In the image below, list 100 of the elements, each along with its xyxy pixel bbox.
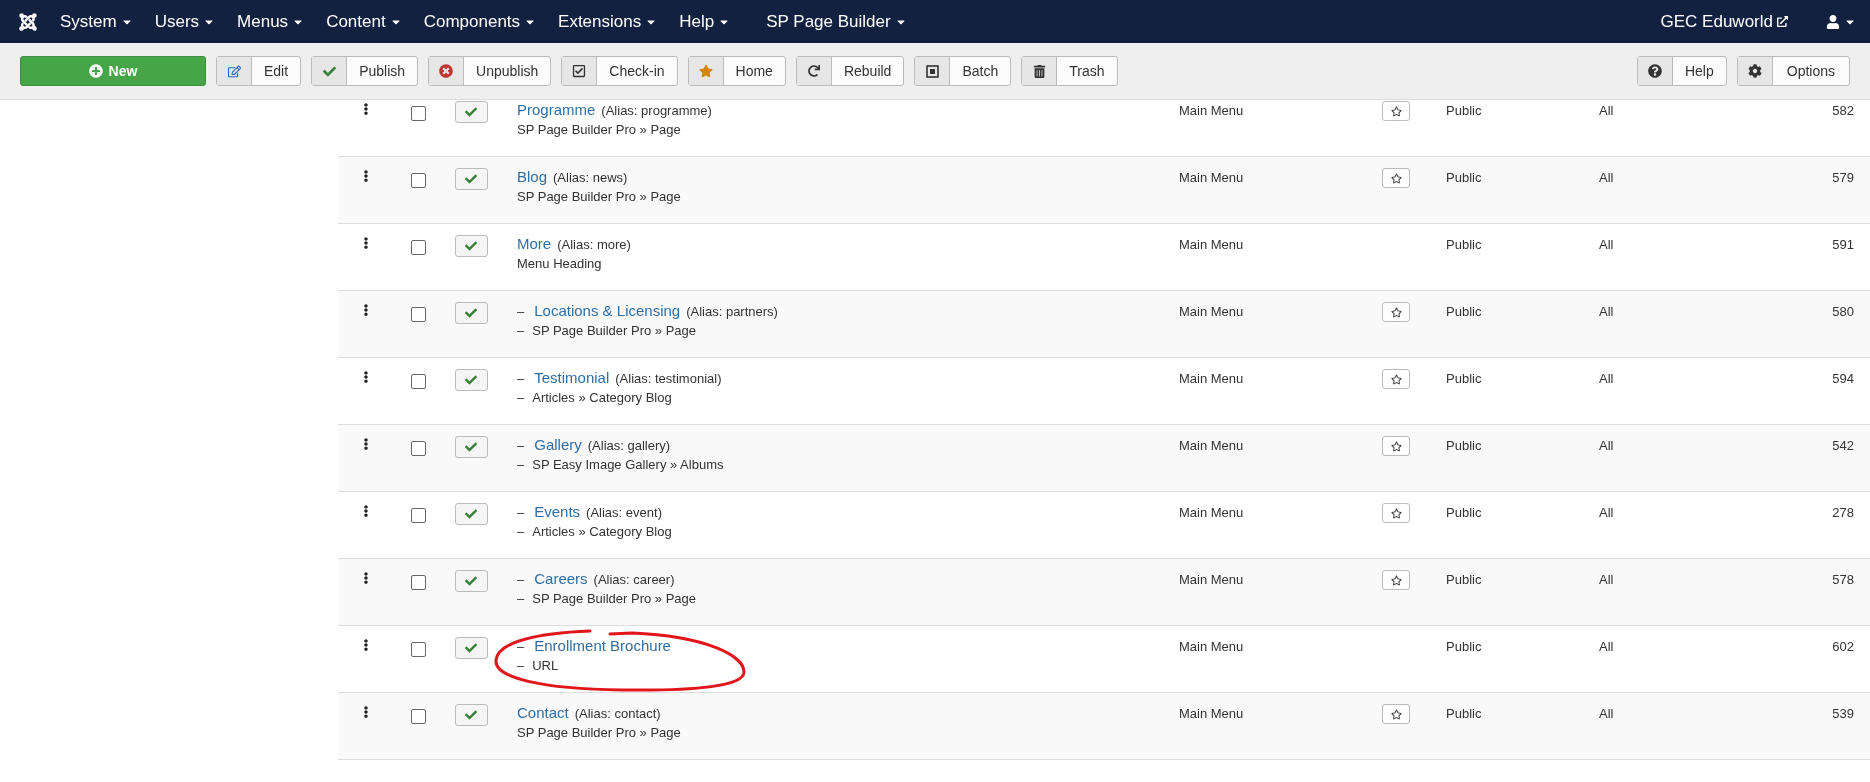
level-dash: – — [517, 438, 525, 453]
settings-icon — [1747, 64, 1762, 78]
help-button[interactable]: Help — [1636, 56, 1727, 86]
language-cell: All — [1599, 438, 1614, 453]
publish-toggle[interactable] — [454, 637, 488, 659]
publish-toggle[interactable] — [454, 235, 488, 257]
home-toggle[interactable] — [1382, 503, 1410, 523]
item-alias: (Alias: gallery) — [587, 438, 671, 453]
trash-icon — [1032, 64, 1046, 78]
row-checkbox[interactable] — [410, 374, 426, 389]
language-cell: All — [1599, 103, 1614, 118]
row-checkbox[interactable] — [410, 508, 426, 523]
item-title-link[interactable]: Contact — [517, 704, 569, 721]
item-type: SP Page Builder Pro » Page — [517, 189, 681, 204]
item-title-link[interactable]: More — [517, 235, 552, 252]
item-type: Articles » Category Blog — [532, 524, 672, 539]
nav-menu[interactable]: Components — [423, 11, 537, 32]
row-checkbox[interactable] — [410, 173, 426, 188]
publish-toggle[interactable] — [454, 503, 488, 525]
level-dash: – — [517, 323, 525, 338]
user-menu[interactable] — [1826, 14, 1856, 29]
row-checkbox[interactable] — [410, 240, 426, 255]
language-cell: All — [1599, 706, 1614, 721]
batch-button[interactable]: Batch — [914, 56, 1012, 86]
row-checkbox[interactable] — [410, 106, 426, 121]
nav-menu[interactable]: Users — [154, 11, 216, 32]
language-cell: All — [1599, 304, 1614, 319]
row-checkbox[interactable] — [410, 441, 426, 456]
access-cell: Public — [1446, 103, 1482, 118]
home-toggle[interactable] — [1382, 101, 1410, 121]
edit-button[interactable]: Edit — [216, 56, 302, 86]
item-title-link[interactable]: Careers — [534, 570, 588, 587]
publish-toggle[interactable] — [454, 302, 488, 324]
row-checkbox[interactable] — [410, 709, 426, 724]
level-dash: – — [517, 639, 525, 654]
item-title-link[interactable]: Blog — [517, 168, 548, 185]
publish-toggle[interactable] — [454, 101, 488, 123]
id-cell: 594 — [1832, 371, 1854, 386]
publish-toggle[interactable] — [454, 436, 488, 458]
home-toggle[interactable] — [1382, 369, 1410, 389]
user-icon — [1826, 14, 1840, 29]
home-toggle[interactable] — [1382, 436, 1410, 456]
level-dash: – — [517, 524, 525, 539]
level-dash: – — [517, 591, 525, 606]
rebuild-button[interactable]: Rebuild — [795, 56, 905, 86]
trash-button[interactable]: Trash — [1021, 56, 1118, 86]
id-cell: 580 — [1832, 304, 1854, 319]
nav-menu[interactable]: Extensions — [558, 11, 658, 32]
options-button[interactable]: Options — [1736, 56, 1850, 86]
publish-toggle[interactable] — [454, 369, 488, 391]
edit-icon — [227, 64, 241, 78]
site-link[interactable]: GEC Eduworld — [1660, 11, 1788, 32]
home-toggle[interactable] — [1382, 570, 1410, 590]
language-cell: All — [1599, 505, 1614, 520]
nav-menu[interactable]: Menus — [237, 11, 305, 32]
item-title-link[interactable]: Locations & Licensing — [534, 302, 681, 319]
item-title-link[interactable]: Testimonial — [534, 369, 610, 386]
item-type: URL — [532, 658, 559, 673]
star-icon — [1390, 507, 1402, 519]
check-icon — [465, 240, 477, 252]
level-dash: – — [517, 371, 525, 386]
nav-menu[interactable]: Help — [679, 11, 731, 32]
home-button[interactable]: Home — [687, 56, 786, 86]
checkin-button[interactable]: Check-in — [561, 56, 678, 86]
menu-cell: Main Menu — [1179, 103, 1244, 118]
row-checkbox[interactable] — [410, 642, 426, 657]
star-icon — [1390, 172, 1402, 184]
nav-menu[interactable]: SP Page Builder — [766, 11, 907, 32]
publish-toggle[interactable] — [454, 704, 488, 726]
id-cell: 579 — [1832, 170, 1854, 185]
unpublish-button[interactable]: Unpublish — [428, 56, 552, 86]
publish-toggle[interactable] — [454, 570, 488, 592]
nav-menu[interactable]: System — [60, 11, 133, 32]
item-type: SP Page Builder Pro » Page — [517, 122, 681, 137]
item-title-link[interactable]: Enrollment Brochure — [534, 637, 671, 654]
item-title-link[interactable]: Events — [534, 503, 581, 520]
access-cell: Public — [1446, 639, 1482, 654]
menu-cell: Main Menu — [1179, 170, 1244, 185]
publish-toggle[interactable] — [454, 168, 488, 190]
id-cell: 582 — [1832, 103, 1854, 118]
square-icon — [925, 64, 939, 78]
nav-menu[interactable]: Content — [326, 11, 402, 32]
logo-icon[interactable] — [18, 11, 38, 32]
access-cell: Public — [1446, 438, 1482, 453]
item-title-link[interactable]: Gallery — [534, 436, 582, 453]
publish-button[interactable]: Publish — [311, 56, 419, 86]
level-dash: – — [517, 505, 525, 520]
check-icon — [465, 307, 477, 319]
item-title-link[interactable]: Programme — [517, 101, 596, 118]
id-cell: 591 — [1832, 237, 1854, 252]
menu-cell: Main Menu — [1179, 572, 1244, 587]
item-alias: (Alias: contact) — [574, 706, 661, 721]
check-icon — [465, 508, 477, 520]
home-toggle[interactable] — [1382, 168, 1410, 188]
item-alias: (Alias: testimonial) — [615, 371, 722, 386]
row-checkbox[interactable] — [410, 307, 426, 322]
home-toggle[interactable] — [1382, 302, 1410, 322]
home-toggle[interactable] — [1382, 704, 1410, 724]
row-checkbox[interactable] — [410, 575, 426, 590]
menu-cell: Main Menu — [1179, 304, 1244, 319]
